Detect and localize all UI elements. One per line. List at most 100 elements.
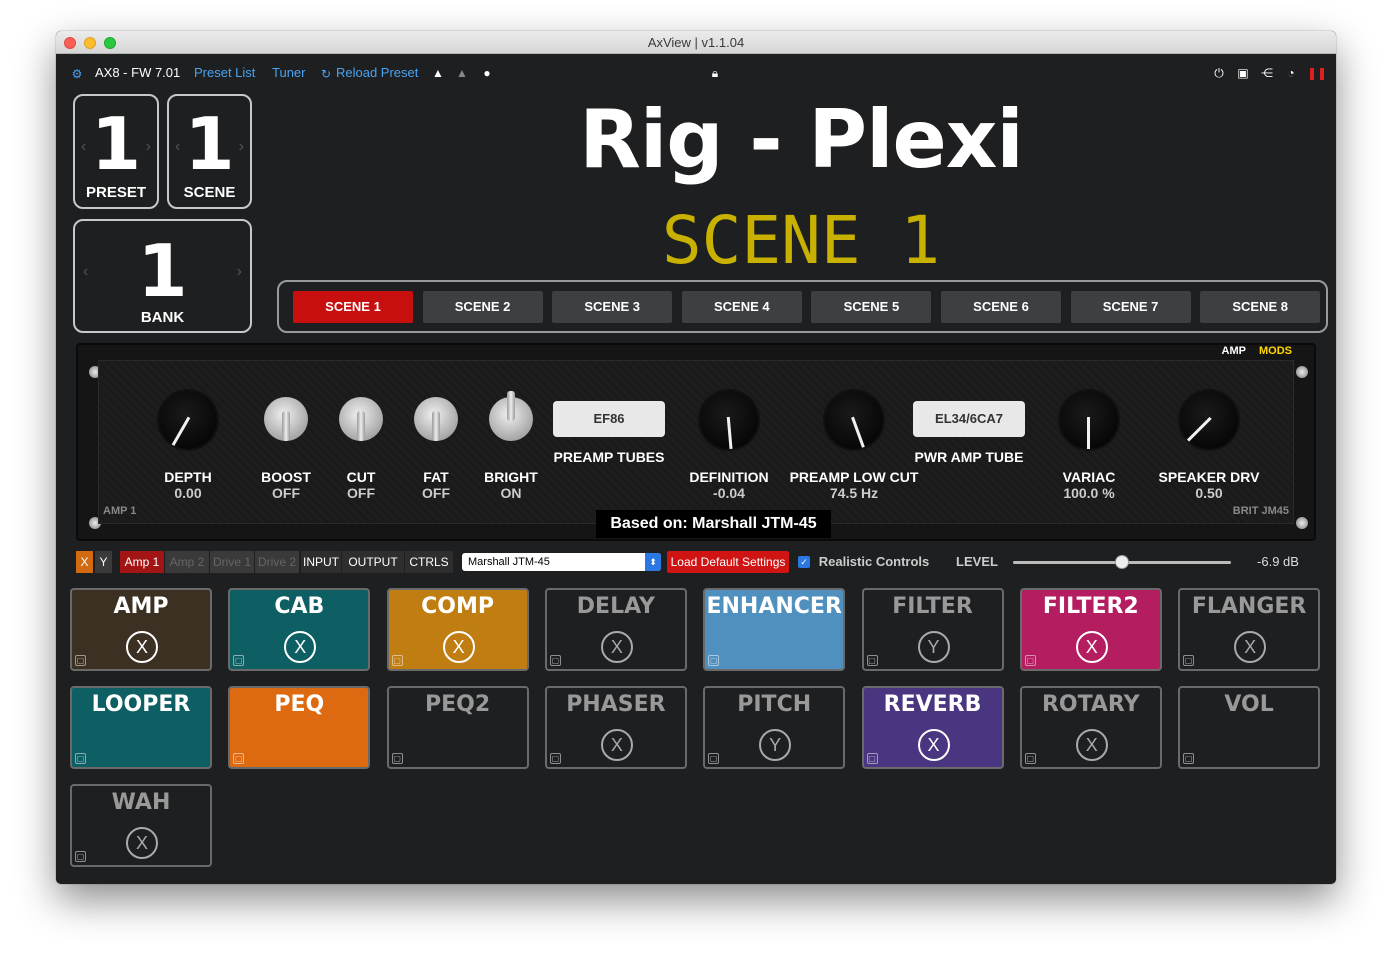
- amp2-tab[interactable]: Amp 2: [165, 551, 209, 573]
- close-window-button[interactable]: [64, 37, 76, 49]
- xy-state-button[interactable]: X: [1075, 631, 1108, 663]
- footswitch-icon[interactable]: ▢: [75, 851, 86, 862]
- preset-counter[interactable]: ‹ 1 › PRESET: [73, 94, 159, 209]
- footswitch-icon[interactable]: ▢: [1024, 753, 1036, 764]
- block-peq2[interactable]: PEQ2 ▢: [386, 686, 529, 769]
- xy-state-button[interactable]: X: [917, 729, 950, 761]
- routing-icon[interactable]: ⋲: [1260, 66, 1274, 80]
- tuner-link[interactable]: Tuner: [272, 65, 305, 80]
- maximize-window-button[interactable]: [104, 37, 116, 49]
- chevron-right-icon[interactable]: ›: [237, 263, 242, 281]
- cut-toggle[interactable]: [339, 397, 383, 441]
- amp-model-select[interactable]: Marshall JTM-45 ⬍: [462, 553, 661, 571]
- block-phaser[interactable]: PHASER X ▢: [544, 686, 687, 769]
- xy-state-button[interactable]: X: [284, 631, 317, 663]
- block-comp[interactable]: COMP X ▢: [386, 588, 529, 671]
- block-enhancer[interactable]: ENHANCER ▢: [703, 588, 846, 671]
- chevron-right-icon[interactable]: ›: [146, 138, 151, 156]
- footswitch-icon[interactable]: ▢: [1183, 655, 1195, 666]
- load-default-button[interactable]: Load Default Settings: [667, 551, 789, 573]
- bank-counter[interactable]: ‹ 1 › BANK: [73, 219, 252, 333]
- block-reverb[interactable]: REVERB X ▢: [861, 686, 1004, 769]
- footswitch-icon[interactable]: ▢: [1183, 753, 1195, 764]
- footswitch-icon[interactable]: ▢: [75, 655, 86, 666]
- block-filter[interactable]: FILTER Y ▢: [861, 588, 1004, 671]
- block-filter2[interactable]: FILTER2 X ▢: [1019, 588, 1162, 671]
- block-peq[interactable]: PEQ ▢: [228, 686, 371, 769]
- minimize-window-button[interactable]: [84, 37, 96, 49]
- boost-toggle[interactable]: [264, 397, 308, 441]
- drive1-tab[interactable]: Drive 1: [210, 551, 254, 573]
- preamp-low-cut-knob[interactable]: [825, 391, 883, 449]
- variac-knob[interactable]: [1060, 391, 1118, 449]
- lock-icon[interactable]: 🔒︎: [708, 66, 722, 80]
- scene-button-1[interactable]: SCENE 1: [293, 291, 413, 323]
- chevron-right-icon[interactable]: ›: [239, 138, 244, 156]
- xy-state-button[interactable]: Y: [759, 729, 792, 761]
- xy-state-button[interactable]: X: [126, 827, 158, 859]
- settings-icon[interactable]: ⚙: [70, 67, 84, 81]
- footswitch-icon[interactable]: ▢: [391, 753, 403, 764]
- y-state-button[interactable]: Y: [95, 551, 112, 573]
- block-amp[interactable]: AMP X ▢: [70, 588, 212, 671]
- amp1-tab[interactable]: Amp 1: [120, 551, 164, 573]
- footswitch-icon[interactable]: ▢: [708, 655, 720, 666]
- footswitch-icon[interactable]: ▢: [866, 753, 878, 764]
- scene-button-6[interactable]: SCENE 6: [941, 291, 1061, 323]
- block-flanger[interactable]: FLANGER X ▢: [1178, 588, 1321, 671]
- footswitch-icon[interactable]: ▢: [233, 753, 245, 764]
- reload-preset-link[interactable]: Reload Preset: [336, 65, 418, 80]
- scene-counter[interactable]: ‹ 1 › SCENE: [167, 94, 252, 209]
- drive2-tab[interactable]: Drive 2: [255, 551, 299, 573]
- scene-button-3[interactable]: SCENE 3: [552, 291, 673, 323]
- footswitch-icon[interactable]: ▢: [391, 655, 403, 666]
- amp-tab[interactable]: AMP: [1222, 345, 1246, 357]
- xy-state-button[interactable]: X: [1234, 631, 1267, 663]
- footswitch-icon[interactable]: ▢: [549, 753, 561, 764]
- xy-state-button[interactable]: X: [600, 631, 633, 663]
- block-looper[interactable]: LOOPER ▢: [70, 686, 212, 769]
- mods-tab[interactable]: MODS: [1259, 345, 1292, 357]
- xy-state-button[interactable]: Y: [917, 631, 950, 663]
- depth-knob[interactable]: [159, 391, 217, 449]
- footswitch-icon[interactable]: ▢: [1024, 655, 1036, 666]
- xy-state-button[interactable]: X: [600, 729, 633, 761]
- gauge-icon[interactable]: ◔: [1284, 66, 1298, 80]
- level-slider-thumb[interactable]: [1115, 555, 1129, 569]
- memory-icon[interactable]: ▣: [1236, 66, 1250, 80]
- block-vol[interactable]: VOL ▢: [1178, 686, 1321, 769]
- block-rotary[interactable]: ROTARY X ▢: [1019, 686, 1162, 769]
- metronome-off-icon[interactable]: ▲: [455, 66, 469, 80]
- scene-button-8[interactable]: SCENE 8: [1200, 291, 1321, 323]
- xy-state-button[interactable]: X: [1075, 729, 1108, 761]
- xy-state-button[interactable]: X: [442, 631, 475, 663]
- bright-toggle[interactable]: [489, 391, 533, 441]
- reload-icon[interactable]: ↻: [319, 67, 333, 81]
- fat-toggle[interactable]: [414, 397, 458, 441]
- scene-button-7[interactable]: SCENE 7: [1070, 291, 1191, 323]
- ctrls-tab[interactable]: CTRLS: [405, 551, 453, 573]
- realistic-controls-checkbox[interactable]: ✓: [798, 556, 810, 568]
- footswitch-icon[interactable]: ▢: [549, 655, 561, 666]
- select-arrows-icon[interactable]: ⬍: [645, 553, 661, 571]
- scene-button-4[interactable]: SCENE 4: [681, 291, 802, 323]
- midi-icon[interactable]: ●: [480, 66, 494, 80]
- scene-button-2[interactable]: SCENE 2: [422, 291, 543, 323]
- pause-icon[interactable]: ❚❚: [1307, 66, 1327, 80]
- footswitch-icon[interactable]: ▢: [866, 655, 878, 666]
- metronome-icon[interactable]: ▲: [431, 66, 445, 80]
- block-cab[interactable]: CAB X ▢: [228, 588, 371, 671]
- footswitch-icon[interactable]: ▢: [708, 753, 720, 764]
- pwr-amp-tube-select[interactable]: EL34/6CA7: [913, 401, 1025, 437]
- definition-knob[interactable]: [700, 391, 758, 450]
- scene-button-5[interactable]: SCENE 5: [811, 291, 932, 323]
- block-wah[interactable]: WAH X ▢: [70, 784, 212, 867]
- power-icon[interactable]: ⏻: [1212, 66, 1226, 80]
- level-slider[interactable]: [1013, 555, 1231, 569]
- x-state-button[interactable]: X: [76, 551, 93, 573]
- output-tab[interactable]: OUTPUT: [342, 551, 404, 573]
- input-tab[interactable]: INPUT: [301, 551, 341, 573]
- xy-state-button[interactable]: X: [126, 631, 158, 663]
- footswitch-icon[interactable]: ▢: [75, 753, 86, 764]
- preset-list-link[interactable]: Preset List: [194, 65, 255, 80]
